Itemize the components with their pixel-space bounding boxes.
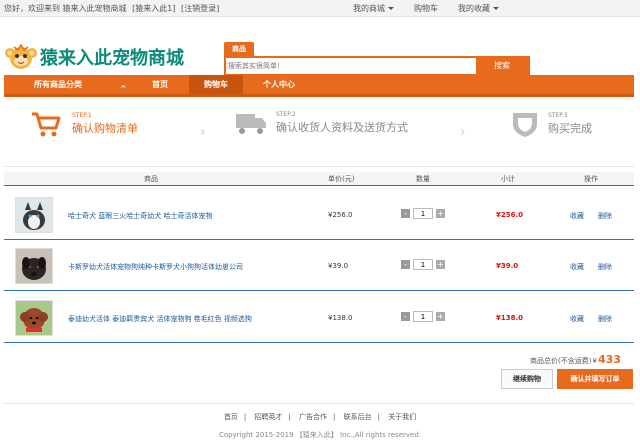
favorite-link[interactable]: 收藏 — [570, 314, 584, 324]
table-row: 卡斯罗幼犬活体宠物狗纯种卡斯罗犬小狗狗活体幼崽公司 ¥39.0 - + ¥39.… — [4, 241, 634, 291]
nav-user-center[interactable]: 个人中心 — [248, 75, 310, 94]
minus-button[interactable]: - — [401, 209, 410, 218]
header-subtotal: 小计 — [501, 175, 515, 183]
subtotal: ¥138.0 — [496, 314, 524, 322]
product-name-link[interactable]: 哈士奇犬 蓝眼三火哈士奇幼犬 哈士奇活体宠物 — [68, 211, 212, 221]
product-image-cane-corso[interactable] — [15, 248, 53, 284]
search-button[interactable]: 搜索 — [476, 58, 528, 74]
quantity-input[interactable] — [413, 208, 433, 219]
chevron-up-icon: ^ — [120, 84, 127, 93]
continue-shopping-button[interactable]: 继续购物 — [501, 369, 553, 389]
favorite-link[interactable]: 收藏 — [570, 262, 584, 272]
unit-price: ¥39.0 — [328, 262, 349, 270]
footer-divider — [4, 403, 634, 404]
plus-button[interactable]: + — [436, 260, 445, 269]
favorite-link[interactable]: 收藏 — [570, 211, 584, 221]
delete-link[interactable]: 删除 — [598, 211, 612, 221]
table-row: 泰迪幼犬活体 泰迪羁贵宾犬 活体宠物狗 卷毛红色 视频选狗 ¥138.0 - +… — [4, 293, 634, 343]
total-value: 433 — [597, 353, 621, 366]
step-number: STEP.3 — [548, 112, 568, 119]
my-mall-link[interactable]: 我的商城 — [353, 3, 394, 14]
confirm-order-button[interactable]: 确认并填写订单 — [557, 369, 633, 389]
order-total: 商品总价(不含运费) ¥ 433 — [530, 353, 621, 366]
step-chevron-icon: › — [460, 124, 466, 140]
footer-link-about[interactable]: 关于我们 — [388, 413, 416, 421]
quantity-stepper: - + — [401, 259, 445, 270]
search-tab-products[interactable]: 商品 — [224, 42, 254, 56]
step-label: 购买完成 — [548, 122, 592, 135]
header-price: 单价(元) — [328, 175, 355, 183]
nav-cart[interactable]: 购物车 — [189, 75, 243, 94]
footer-links: 首页 | 招聘英才 | 广告合作 | 联系后台 | 关于我们 — [223, 413, 417, 421]
product-image-husky[interactable] — [15, 197, 53, 233]
top-links: 我的商城 购物车 我的收藏 — [353, 3, 519, 14]
delete-link[interactable]: 删除 — [598, 314, 612, 324]
step-chevron-icon: › — [200, 124, 206, 140]
product-name-link[interactable]: 卡斯罗幼犬活体宠物狗纯种卡斯罗犬小狗狗活体幼崽公司 — [68, 262, 243, 272]
table-row: 哈士奇犬 蓝眼三火哈士奇幼犬 哈士奇活体宠物 ¥256.0 - + ¥256.0… — [4, 190, 634, 240]
minus-button[interactable]: - — [401, 260, 410, 269]
welcome-text: 您好，欢迎来到 猿来入此宠物商城 [猿来入此1] [注销登录] — [4, 3, 222, 14]
header-action: 操作 — [584, 175, 598, 183]
step-1: STEP.1 确认购物清单 — [30, 110, 138, 138]
footer-link-ads[interactable]: 广告合作 — [299, 413, 327, 421]
main-nav: 所有商品分类 ^ 首页 购物车 个人中心 — [4, 75, 634, 97]
username-link[interactable]: [猿来入此1] — [132, 4, 175, 13]
footer-link-home[interactable]: 首页 — [224, 413, 238, 421]
category-label: 所有商品分类 — [34, 80, 82, 89]
welcome-message: 您好，欢迎来到 猿来入此宠物商城 — [4, 4, 127, 13]
truck-icon — [236, 114, 266, 134]
unit-price: ¥256.0 — [328, 211, 353, 219]
my-favorites-link[interactable]: 我的收藏 — [458, 3, 499, 14]
footer-link-careers[interactable]: 招聘英才 — [254, 413, 282, 421]
quantity-stepper: - + — [401, 311, 445, 322]
logout-link[interactable]: [注销登录] — [181, 4, 219, 13]
all-categories-menu[interactable]: 所有商品分类 ^ — [4, 75, 134, 94]
site-logo[interactable]: 猿来入此宠物商城 — [4, 41, 184, 73]
search-input[interactable] — [226, 58, 478, 74]
shield-icon — [513, 113, 537, 137]
product-name-link[interactable]: 泰迪幼犬活体 泰迪羁贵宾犬 活体宠物狗 卷毛红色 视频选狗 — [68, 314, 252, 324]
quantity-stepper: - + — [401, 208, 445, 219]
header-product: 商品 — [144, 175, 158, 183]
step-label: 确认购物清单 — [72, 122, 138, 135]
plus-button[interactable]: + — [436, 209, 445, 218]
quantity-input[interactable] — [413, 259, 433, 270]
currency-symbol: ¥ — [592, 357, 597, 365]
header-quantity: 数量 — [416, 175, 430, 183]
product-image-teddy[interactable] — [15, 300, 53, 336]
footer-link-admin[interactable]: 联系后台 — [344, 413, 372, 421]
chevron-down-icon — [388, 7, 394, 10]
quantity-input[interactable] — [413, 311, 433, 322]
cart-icon — [32, 112, 61, 137]
header: 猿来入此宠物商城 商品 搜索 — [0, 17, 640, 76]
cart-table-header: 商品 单价(元) 数量 小计 操作 — [4, 172, 634, 186]
nav-home[interactable]: 首页 — [142, 75, 178, 94]
unit-price: ¥138.0 — [328, 314, 353, 322]
delete-link[interactable]: 删除 — [598, 262, 612, 272]
step-3: STEP.3 购买完成 — [510, 110, 592, 138]
subtotal: ¥39.0 — [496, 262, 519, 270]
checkout-steps: STEP.1 确认购物清单 › STEP.2 确认收货人资料及送货方式 › ST… — [4, 110, 634, 160]
plus-button[interactable]: + — [436, 312, 445, 321]
monkey-logo-icon — [5, 43, 37, 69]
search-box: 搜索 — [224, 56, 530, 76]
subtotal: ¥256.0 — [496, 211, 524, 219]
cart-link[interactable]: 购物车 — [414, 3, 438, 14]
step-label: 确认收货人资料及送货方式 — [276, 121, 408, 134]
logo-text: 猿来入此宠物商城 — [40, 48, 184, 69]
total-label: 商品总价(不含运费) — [530, 357, 592, 365]
minus-button[interactable]: - — [401, 312, 410, 321]
top-bar: 您好，欢迎来到 猿来入此宠物商城 [猿来入此1] [注销登录] 我的商城 购物车… — [0, 0, 640, 17]
copyright: Copyright 2015-2019 【猿来入此】 Inc.,All righ… — [218, 431, 422, 439]
step-2: STEP.2 确认收货人资料及送货方式 — [234, 110, 408, 136]
step-number: STEP.1 — [72, 112, 92, 119]
step-number: STEP.2 — [276, 111, 296, 118]
divider — [4, 166, 634, 167]
chevron-down-icon — [493, 7, 499, 10]
